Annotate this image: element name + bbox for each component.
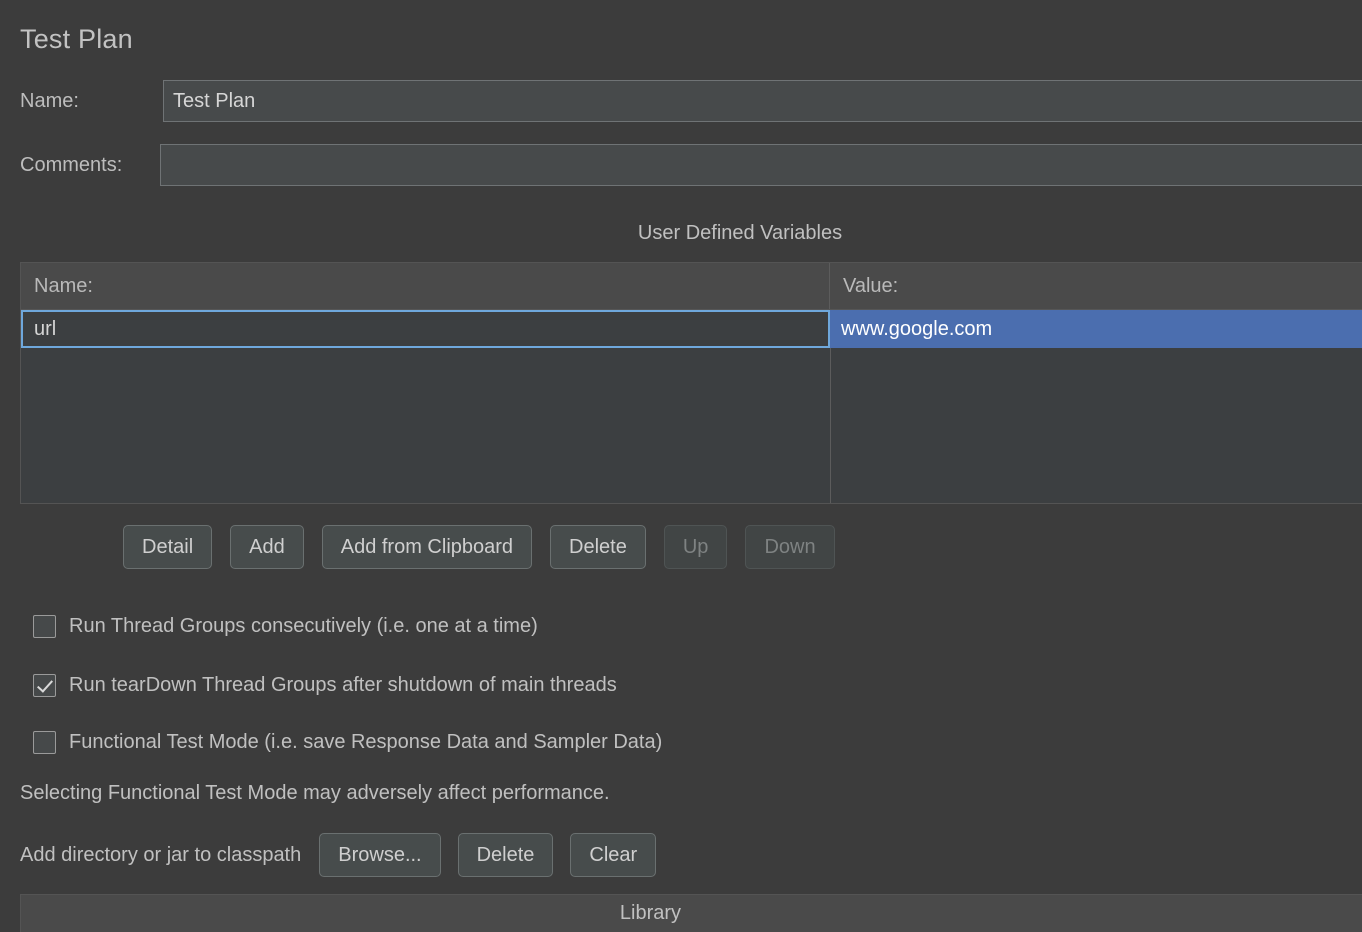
classpath-label: Add directory or jar to classpath — [20, 843, 302, 866]
delete-classpath-button[interactable]: Delete — [457, 833, 554, 877]
checkbox-icon[interactable] — [33, 731, 56, 754]
checkbox-icon[interactable] — [33, 615, 56, 638]
add-button[interactable]: Add — [230, 525, 304, 569]
table-header-row: Name: Value: — [21, 263, 1362, 310]
user-defined-variables-title: User Defined Variables — [637, 222, 843, 244]
name-row: Name: — [20, 80, 1362, 122]
move-down-button[interactable]: Down — [745, 525, 835, 569]
comments-input[interactable] — [160, 144, 1362, 186]
functional-test-mode-note: Selecting Functional Test Mode may adver… — [20, 782, 610, 804]
option-functional-test-mode[interactable]: Functional Test Mode (i.e. save Response… — [33, 731, 662, 754]
variables-button-bar: Detail Add Add from Clipboard Delete Up … — [123, 525, 835, 569]
table-row[interactable]: url www.google.com — [21, 310, 1362, 348]
page-title: Test Plan — [20, 24, 133, 54]
table-empty-area[interactable] — [21, 348, 1362, 503]
comments-label: Comments: — [20, 153, 123, 176]
option-run-thread-groups-consecutively[interactable]: Run Thread Groups consecutively (i.e. on… — [33, 615, 538, 638]
checkbox-checked-icon[interactable] — [33, 674, 56, 697]
browse-button[interactable]: Browse... — [319, 833, 441, 877]
option-label: Functional Test Mode (i.e. save Response… — [69, 731, 663, 753]
user-defined-variables-table: Name: Value: url www.google.com — [20, 262, 1362, 504]
option-label: Run Thread Groups consecutively (i.e. on… — [69, 615, 538, 637]
column-header-value[interactable]: Value: — [830, 263, 1362, 309]
detail-button[interactable]: Detail — [123, 525, 213, 569]
cell-variable-value[interactable]: www.google.com — [830, 310, 1362, 348]
test-plan-panel: Test Plan Name: Comments: User Defined V… — [0, 0, 1362, 932]
delete-variable-button[interactable]: Delete — [550, 525, 646, 569]
option-run-teardown-thread-groups[interactable]: Run tearDown Thread Groups after shutdow… — [33, 674, 617, 697]
table-empty-name-column — [21, 348, 831, 503]
move-up-button[interactable]: Up — [663, 525, 728, 569]
table-empty-value-column — [831, 348, 1362, 503]
comments-row: Comments: — [20, 144, 1362, 186]
name-label: Name: — [20, 89, 79, 112]
library-table: Library — [20, 894, 1362, 932]
clear-classpath-button[interactable]: Clear — [570, 833, 657, 877]
option-label: Run tearDown Thread Groups after shutdow… — [69, 674, 617, 696]
classpath-row: Add directory or jar to classpath Browse… — [20, 833, 657, 877]
column-header-library[interactable]: Library — [21, 895, 1362, 932]
name-input[interactable] — [163, 80, 1362, 122]
column-header-name[interactable]: Name: — [21, 263, 830, 309]
add-from-clipboard-button[interactable]: Add from Clipboard — [321, 525, 533, 569]
cell-variable-name[interactable]: url — [21, 310, 830, 348]
